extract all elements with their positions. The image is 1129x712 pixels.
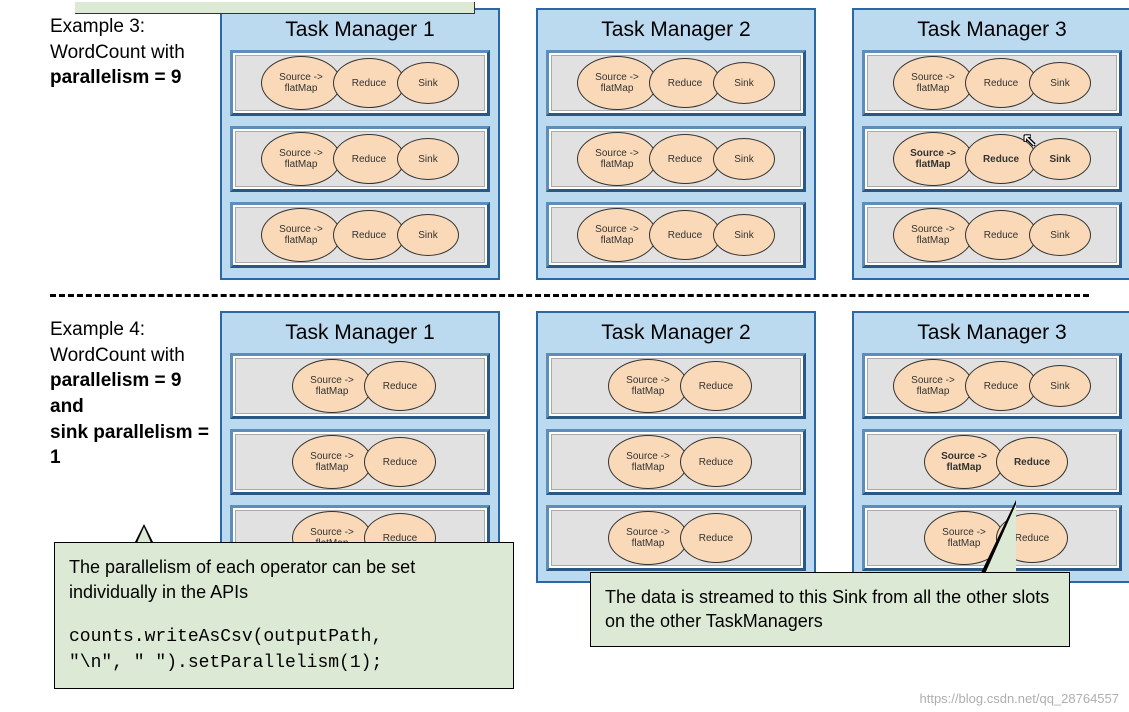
sink-op: Sink: [713, 214, 775, 256]
task-slot: Source -> flatMap Reduce Sink: [862, 353, 1122, 419]
reduce-op: Reduce: [333, 58, 405, 108]
ex4-line3: parallelism = 9 and: [50, 370, 182, 417]
ex3-line1: Example 3:: [50, 16, 145, 37]
task-slot: Source -> flatMap Reduce: [546, 505, 806, 571]
reduce-op: Reduce: [680, 513, 752, 563]
task-manager-3: Task Manager 3 Source -> flatMap Reduce …: [852, 8, 1129, 280]
source-flatmap-op: Source -> flatMap: [577, 56, 657, 110]
tm-title: Task Manager 3: [917, 18, 1066, 42]
tm-title: Task Manager 2: [601, 321, 750, 345]
reduce-op: Reduce: [333, 134, 405, 184]
reduce-op: Reduce: [649, 134, 721, 184]
source-flatmap-op: Source -> flatMap: [577, 132, 657, 186]
reduce-op: Reduce: [965, 361, 1037, 411]
sink-op: Sink: [1029, 62, 1091, 104]
task-slot: Source -> flatMap Reduce: [546, 429, 806, 495]
sink-op: Sink: [1029, 214, 1091, 256]
ex3-line3: parallelism = 9: [50, 67, 182, 88]
source-flatmap-op: Source -> flatMap: [893, 208, 973, 262]
task-manager-1: Task Manager 1 Source -> flatMap Reduce …: [220, 8, 500, 280]
example-4-description: Example 4: WordCount with parallelism = …: [50, 311, 220, 471]
task-manager-2: Task Manager 2 Source -> flatMap Reduce …: [536, 311, 816, 583]
source-flatmap-op: Source -> flatMap: [577, 208, 657, 262]
reduce-op: Reduce: [996, 437, 1068, 487]
source-flatmap-op: Source -> flatMap: [261, 132, 341, 186]
tm-title: Task Manager 3: [917, 321, 1066, 345]
task-manager-2: Task Manager 2 Source -> flatMap Reduce …: [536, 8, 816, 280]
section-divider: [50, 294, 1089, 297]
task-slot: Source -> flatMap Reduce Sink: [230, 202, 490, 268]
task-slot: Source -> flatMap Reduce Sink: [862, 202, 1122, 268]
task-slot: Source -> flatMap Reduce Sink: [230, 50, 490, 116]
ex4-line4: sink parallelism = 1: [50, 422, 209, 469]
reduce-op: Reduce: [965, 134, 1037, 184]
task-slot: Source -> flatMap Reduce: [230, 353, 490, 419]
reduce-op: Reduce: [649, 210, 721, 260]
sink-op: Sink: [397, 214, 459, 256]
ex3-line2: WordCount with: [50, 42, 185, 63]
task-slot: Source -> flatMap Reduce Sink: [862, 126, 1122, 192]
sink-op: Sink: [1029, 365, 1091, 407]
task-slot: Source -> flatMap Reduce Sink: [862, 50, 1122, 116]
ex4-line1: Example 4:: [50, 319, 145, 340]
callout-parallelism-api: The parallelism of each operator can be …: [54, 542, 514, 689]
task-slot: Source -> flatMap Reduce Sink: [546, 202, 806, 268]
source-flatmap-op: Source -> flatMap: [893, 56, 973, 110]
task-slot: Source -> flatMap Reduce: [230, 429, 490, 495]
source-flatmap-op: Source -> flatMap: [893, 359, 973, 413]
source-flatmap-op: Source -> flatMap: [261, 56, 341, 110]
reduce-op: Reduce: [680, 437, 752, 487]
callout-sink-stream: The data is streamed to this Sink from a…: [590, 572, 1070, 647]
task-slot: Source -> flatMap Reduce Sink: [230, 126, 490, 192]
example-3-description: Example 3: WordCount with parallelism = …: [50, 8, 220, 91]
source-flatmap-op: Source -> flatMap: [893, 132, 973, 186]
sink-op: Sink: [713, 138, 775, 180]
example-3-row: Example 3: WordCount with parallelism = …: [0, 0, 1129, 288]
sink-op: Sink: [397, 138, 459, 180]
tm-title: Task Manager 2: [601, 18, 750, 42]
source-flatmap-op: Source -> flatMap: [261, 208, 341, 262]
callout-1-pointer: [134, 524, 154, 544]
callout-2-pointer: [980, 500, 1016, 575]
tm-title: Task Manager 1: [285, 18, 434, 42]
reduce-op: Reduce: [965, 58, 1037, 108]
callout-2-text: The data is streamed to this Sink from a…: [605, 587, 1049, 631]
task-slot: Source -> flatMap Reduce Sink: [546, 50, 806, 116]
sink-op: Sink: [1029, 138, 1091, 180]
reduce-op: Reduce: [364, 437, 436, 487]
reduce-op: Reduce: [649, 58, 721, 108]
task-slot: Source -> flatMap Reduce: [546, 353, 806, 419]
source-flatmap-op: Source -> flatMap: [924, 435, 1004, 489]
sink-op: Sink: [397, 62, 459, 104]
source-flatmap-op: Source -> flatMap: [292, 359, 372, 413]
reduce-op: Reduce: [680, 361, 752, 411]
callout-1-code: counts.writeAsCsv(outputPath, "\n", " ")…: [69, 625, 499, 675]
ex4-line2: WordCount with: [50, 345, 185, 366]
task-slot: Source -> flatMap Reduce: [862, 429, 1122, 495]
source-flatmap-op: Source -> flatMap: [608, 359, 688, 413]
reduce-op: Reduce: [965, 210, 1037, 260]
source-flatmap-op: Source -> flatMap: [608, 511, 688, 565]
tm-title: Task Manager 1: [285, 321, 434, 345]
source-flatmap-op: Source -> flatMap: [292, 435, 372, 489]
reduce-op: Reduce: [333, 210, 405, 260]
reduce-op: Reduce: [364, 361, 436, 411]
watermark-text: https://blog.csdn.net/qq_28764557: [920, 691, 1120, 706]
tm-row-1: Task Manager 1 Source -> flatMap Reduce …: [220, 8, 1129, 280]
sink-op: Sink: [713, 62, 775, 104]
partial-callout-bar: [75, 2, 475, 14]
source-flatmap-op: Source -> flatMap: [608, 435, 688, 489]
callout-1-text: The parallelism of each operator can be …: [69, 555, 499, 605]
task-slot: Source -> flatMap Reduce Sink: [546, 126, 806, 192]
